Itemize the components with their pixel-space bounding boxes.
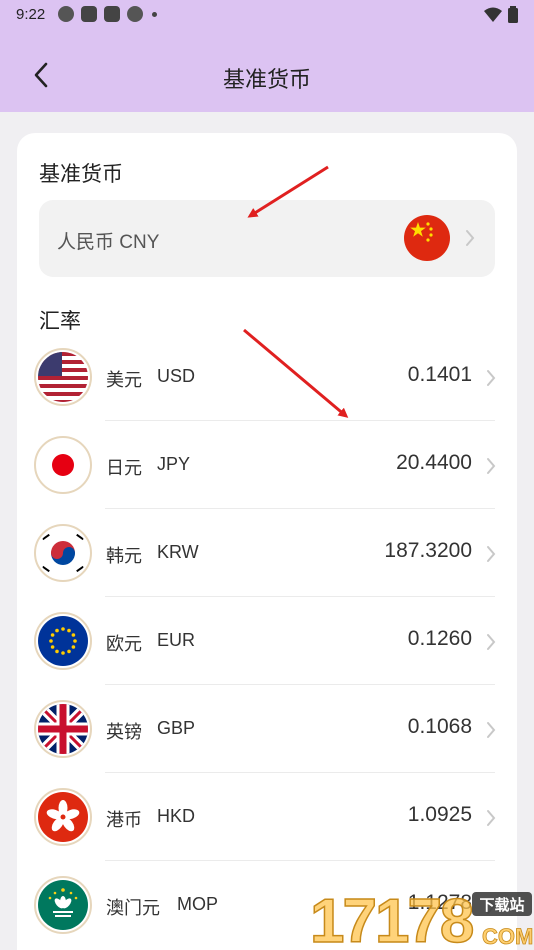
- rate-row-gbp[interactable]: 英镑 GBP 0.1068: [17, 685, 517, 773]
- macau-flag-icon: [34, 876, 92, 934]
- rate-row-krw[interactable]: 韩元 KRW 187.3200: [17, 509, 517, 597]
- rate-row-eur[interactable]: 欧元 EUR 0.1260: [17, 597, 517, 685]
- app-notification-icon: [104, 6, 120, 22]
- chevron-right-icon: [487, 634, 496, 650]
- exchange-rate-value: 0.1260: [407, 627, 472, 650]
- chevron-right-icon: [487, 458, 496, 474]
- china-flag-icon: [404, 215, 450, 261]
- notification-icons: [58, 6, 157, 22]
- rate-row-jpy[interactable]: 日元 JPY 20.4400: [17, 421, 517, 509]
- battery-icon: [508, 6, 518, 23]
- exchange-rate-value: 0.1401: [407, 363, 472, 386]
- system-icons: [484, 6, 518, 23]
- currency-name: 澳门元: [106, 898, 160, 918]
- exchange-rate-value: 1.0925: [407, 803, 472, 826]
- status-time: 9:22: [16, 6, 46, 23]
- status-bar: 9:22: [0, 0, 534, 30]
- hongkong-flag-icon: [34, 788, 92, 846]
- currency-code: EUR: [157, 630, 196, 650]
- chevron-right-icon: [487, 810, 496, 826]
- currency-name: 欧元: [106, 634, 142, 654]
- watermark-site: 17178: [310, 887, 473, 950]
- base-currency-label: 人民币 CNY: [57, 232, 160, 253]
- currency-code: MOP: [177, 894, 219, 914]
- wifi-icon: [484, 7, 502, 22]
- currency-code: GBP: [157, 718, 196, 738]
- currency-code: JPY: [157, 454, 191, 474]
- page-title: 基准货币: [222, 67, 311, 92]
- currency-name: 日元: [106, 458, 142, 478]
- base-currency-heading: 基准货币: [39, 163, 123, 186]
- rate-row-usd[interactable]: 美元 USD 0.1401: [17, 333, 517, 421]
- japan-flag-icon: [34, 436, 92, 494]
- usa-flag-icon: [34, 348, 92, 406]
- exchange-rate-heading: 汇率: [39, 310, 81, 333]
- watermark-suffix: COM: [482, 924, 533, 949]
- currency-code: HKD: [157, 806, 196, 826]
- more-notifications-icon: [152, 11, 157, 17]
- chevron-right-icon: [487, 722, 496, 738]
- app-bar: 基准货币: [0, 30, 534, 112]
- korea-flag-icon: [34, 524, 92, 582]
- exchange-rate-value: 20.4400: [396, 451, 472, 474]
- chevron-right-icon: [487, 546, 496, 562]
- currency-name: 美元: [106, 370, 142, 390]
- app-notification-icon: [81, 6, 97, 22]
- eu-flag-icon: [34, 612, 92, 670]
- exchange-rate-value: 187.3200: [384, 539, 472, 562]
- rate-row-hkd[interactable]: 港币 HKD 1.0925: [17, 773, 517, 861]
- watermark-badge: 下载站: [479, 896, 524, 914]
- base-currency-selector[interactable]: 人民币 CNY: [39, 200, 495, 277]
- currency-name: 英镑: [106, 722, 142, 742]
- app-notification-icon: [58, 6, 74, 22]
- app-notification-icon: [127, 6, 143, 22]
- chevron-right-icon: [466, 230, 475, 246]
- watermark: 17178 下载站 COM: [309, 880, 534, 950]
- exchange-rate-value: 0.1068: [407, 715, 472, 738]
- chevron-right-icon: [487, 370, 496, 386]
- currency-name: 港币: [106, 810, 142, 830]
- currency-name: 韩元: [106, 546, 142, 566]
- uk-flag-icon: [34, 700, 92, 758]
- currency-code: KRW: [157, 542, 199, 562]
- currency-code: USD: [157, 366, 196, 386]
- currency-card: 基准货币 人民币 CNY 汇率 美元 USD 0.1401 日元 JPY 20.…: [17, 133, 517, 950]
